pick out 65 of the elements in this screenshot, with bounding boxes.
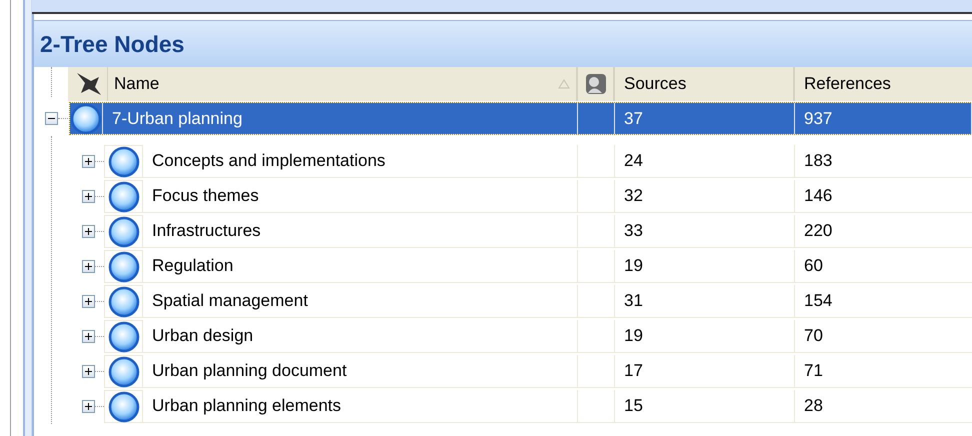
node-icon [108,216,140,248]
tree-row[interactable]: Urban planning elements 15 28 [104,390,972,423]
sources-count: 19 [615,320,795,353]
expand-button[interactable] [82,400,95,413]
node-icon [108,180,140,212]
references-count: 70 [795,320,972,353]
references-count: 28 [795,390,972,423]
tree-row[interactable]: Concepts and implementations 24 183 [104,145,972,178]
references-count: 71 [795,355,972,388]
plus-icon [85,263,92,270]
plus-icon [85,368,92,375]
plus-icon [85,403,92,410]
expand-button[interactable] [82,330,95,343]
sources-count: 15 [615,390,795,423]
node-name: Urban planning document [143,355,578,388]
sources-count: 32 [615,180,795,213]
expand-button[interactable] [82,365,95,378]
tree-row[interactable]: 7-Urban planning 37 937 [70,103,972,134]
expand-button[interactable] [82,295,95,308]
node-name: 7-Urban planning [102,103,578,134]
references-count: 220 [795,215,972,248]
plus-icon [85,158,92,165]
node-icon [70,102,102,134]
tree-row[interactable]: Urban design 19 70 [104,320,972,353]
sources-count: 24 [615,145,795,178]
node-icon [108,390,140,422]
references-column-header[interactable]: References [795,67,972,101]
collapse-button[interactable] [45,112,58,125]
minus-icon [48,115,55,122]
node-name: Urban planning elements [143,390,578,423]
node-name: Regulation [143,250,578,283]
node-name: Urban design [143,320,578,353]
node-name: Infrastructures [143,215,578,248]
node-icon [108,146,140,178]
node-name: Spatial management [143,285,578,318]
references-count: 154 [795,285,972,318]
sources-count: 19 [615,250,795,283]
expand-button[interactable] [82,155,95,168]
references-count: 183 [795,145,972,178]
sources-count: 17 [615,355,795,388]
node-icon [108,356,140,388]
references-count: 146 [795,180,972,213]
expand-button[interactable] [82,260,95,273]
panel-title: 2-Tree Nodes [34,20,972,67]
plus-icon [85,228,92,235]
sources-count: 33 [615,215,795,248]
plus-icon [85,333,92,340]
node-name: Focus themes [143,180,578,213]
tree-row[interactable]: Urban planning document 17 71 [104,355,972,388]
tree-row[interactable]: Focus themes 32 146 [104,180,972,213]
plus-icon [85,193,92,200]
node-icon [108,250,140,282]
tree-row[interactable]: Spatial management 31 154 [104,285,972,318]
tree-row[interactable]: Infrastructures 33 220 [104,215,972,248]
expand-button[interactable] [82,225,95,238]
sources-count: 37 [615,103,795,134]
node-icon [108,286,140,318]
plus-icon [85,298,92,305]
node-name: Concepts and implementations [143,145,578,178]
tree-row[interactable]: Regulation 19 60 [104,250,972,283]
expand-button[interactable] [82,190,95,203]
node-icon [108,320,140,352]
references-count: 937 [795,103,972,134]
references-count: 60 [795,250,972,283]
sources-count: 31 [615,285,795,318]
